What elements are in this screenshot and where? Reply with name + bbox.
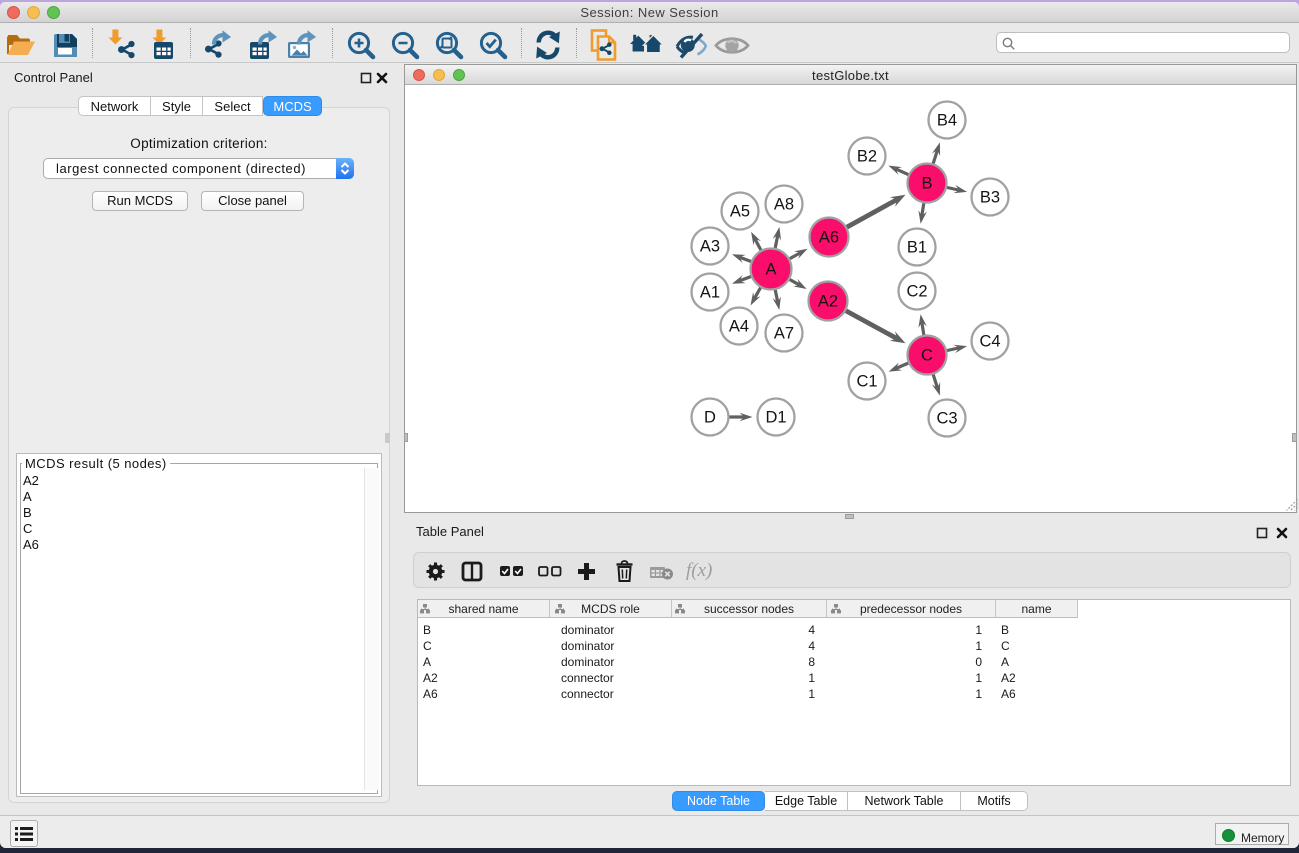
svg-text:A2: A2 <box>818 293 838 311</box>
svg-text:A: A <box>765 261 776 279</box>
svg-text:A6: A6 <box>819 229 839 247</box>
svg-text:B4: B4 <box>937 112 957 130</box>
svg-text:B2: B2 <box>857 148 877 166</box>
svg-text:C4: C4 <box>979 333 1000 351</box>
svg-text:C1: C1 <box>856 373 877 391</box>
svg-text:B: B <box>921 175 932 193</box>
svg-text:A5: A5 <box>730 203 750 221</box>
svg-text:C2: C2 <box>906 283 927 301</box>
svg-text:A4: A4 <box>729 318 749 336</box>
svg-text:A7: A7 <box>774 325 794 343</box>
svg-text:C: C <box>921 347 933 365</box>
svg-text:D1: D1 <box>765 409 786 427</box>
svg-text:A1: A1 <box>700 284 720 302</box>
svg-text:D: D <box>704 409 716 427</box>
svg-text:A8: A8 <box>774 196 794 214</box>
svg-text:B1: B1 <box>907 239 927 257</box>
svg-text:B3: B3 <box>980 189 1000 207</box>
svg-text:C3: C3 <box>936 410 957 428</box>
svg-text:A3: A3 <box>700 238 720 256</box>
